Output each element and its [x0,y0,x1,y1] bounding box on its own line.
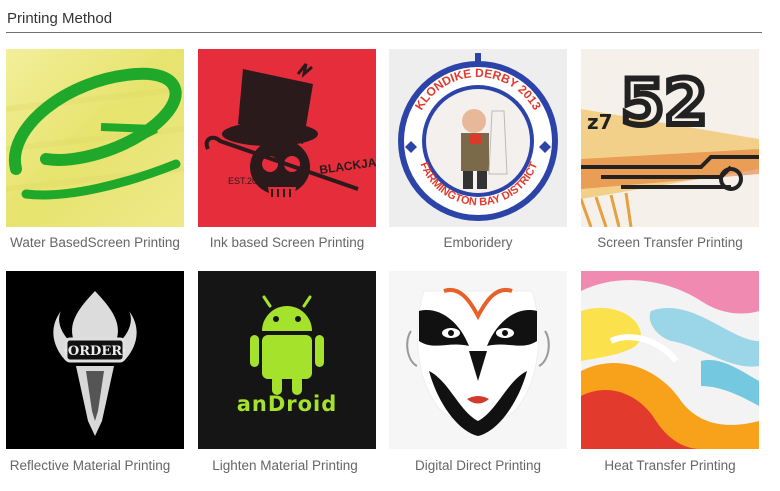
digital-direct-printing-image[interactable] [389,271,567,449]
ink-based-screen-printing-image[interactable]: BLACKJAC EST.2010 [198,49,376,227]
caption-lighten: Lighten Material Printing [212,458,358,473]
skull-tophat-image: BLACKJAC EST.2010 [198,49,376,227]
svg-text:52: 52 [621,66,707,139]
caption-water-based: Water BasedScreen Printing [10,235,180,250]
svg-text:EST.2010: EST.2010 [228,176,267,186]
green-swoosh-image [6,49,184,227]
caption-embroidery: Emboridery [443,235,513,250]
heat-transfer-printing-image[interactable] [581,271,759,449]
section-header: Printing Method [6,0,762,33]
number-52-graphic-image: 52 z7 [581,49,759,227]
reflective-material-printing-image[interactable]: ·ORDER· [6,271,184,449]
lighten-material-printing-image[interactable]: anDroid [198,271,376,449]
caption-heat-transfer: Heat Transfer Printing [604,458,736,473]
svg-text:anDroid: anDroid [237,392,338,416]
colorful-wave-image [581,271,759,449]
svg-text:·ORDER·: ·ORDER· [63,344,126,359]
embroidery-image[interactable]: KLONDIKE DERBY 2013 FARMINGTON BAY DISTR… [389,49,567,227]
opera-mask-image [389,271,567,449]
caption-digital-direct: Digital Direct Printing [414,458,542,473]
caption-screen-transfer: Screen Transfer Printing [597,235,743,250]
water-based-screen-printing-image[interactable] [6,49,184,227]
section-title: Printing Method [7,10,113,27]
embroidered-badge-image: KLONDIKE DERBY 2013 FARMINGTON BAY DISTR… [389,49,567,227]
reflective-flame-image: ·ORDER· [6,271,184,449]
caption-ink-based: Ink based Screen Printing [209,235,365,250]
caption-reflective: Reflective Material Printing [9,458,171,473]
svg-text:z7: z7 [587,110,613,134]
screen-transfer-printing-image[interactable]: 52 z7 [581,49,759,227]
glowing-android-image: anDroid [198,271,376,449]
